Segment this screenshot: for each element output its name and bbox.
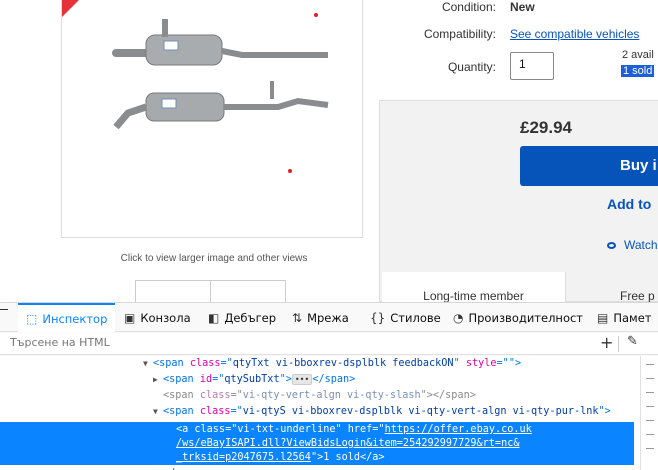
available-count: 2 avail [622, 49, 654, 61]
console-icon: ▣ [124, 310, 136, 325]
see-compatible-vehicles-link[interactable]: See compatible vehicles [510, 27, 639, 41]
tab-memory-label: Памет [613, 310, 652, 325]
long-time-member-badge: Long-time member [382, 272, 566, 302]
network-icon: ⇅ [292, 310, 303, 325]
element-picker-icon [0, 309, 8, 323]
tab-network[interactable]: ⇅ Мрежа [292, 303, 349, 332]
expand-arrow-icon[interactable]: ▶ [153, 372, 163, 387]
debugger-icon: ◧ [208, 310, 220, 325]
inspector-icon: ⬚ [26, 311, 38, 326]
selected-node-line-3: _trksid=p2047675.l2564">1 sold</a> [176, 452, 385, 463]
tab-inspector[interactable]: ⬚ Инспектор [18, 303, 116, 332]
product-image-frame[interactable] [61, 0, 363, 238]
collapse-arrow-icon[interactable]: ▼ [143, 356, 153, 371]
ebay-listing-page: Click to view larger image and other vie… [0, 0, 658, 302]
compatibility-label: Compatibility: [423, 27, 496, 41]
item-price: £29.94 [520, 118, 572, 137]
html-search-bar: + ✎ [0, 333, 658, 355]
tab-console-label: Конзола [140, 310, 191, 325]
eyedropper-icon[interactable]: ✎ [627, 334, 638, 349]
tree-row-qtys[interactable]: ▼ <span class="vi-qtyS vi-bboxrev-dsplblk… [0, 404, 640, 419]
exhaust-product-image[interactable] [102, 1, 332, 191]
tree-row-qtytxt[interactable]: ▼ <span class="qtyTxt vi-bboxrev-dsplblk … [0, 356, 640, 371]
performance-icon: ◔ [453, 310, 464, 325]
devtools-toolbar: ⬚ Инспектор ▣ Конзола ◧ Дебъгер ⇅ Мрежа {} Ст… [0, 303, 658, 332]
gutter-mark [646, 420, 654, 421]
tab-debugger-label: Дебъгер [224, 310, 277, 325]
tab-performance-label: Производителност [468, 310, 583, 325]
gutter-mark [646, 364, 654, 365]
condition-label: Condition: [441, 0, 496, 14]
gutter-mark [646, 378, 654, 379]
toolbar-divider [618, 336, 619, 352]
memory-icon: ▤ [597, 310, 609, 325]
gutter-mark [646, 434, 654, 435]
condition-value: New [510, 0, 535, 14]
thumbnail-2[interactable] [210, 280, 286, 302]
style-editor-icon: {} [370, 310, 386, 325]
tab-debugger[interactable]: ◧ Дебъгер [208, 303, 276, 332]
free-postage-text: Free p [620, 289, 655, 302]
tree-right-gutter[interactable] [640, 356, 658, 470]
screen: Click to view larger image and other vie… [0, 0, 658, 470]
quantity-input[interactable]: 1 [510, 52, 554, 80]
selected-node-line-2: /ws/eBayISAPI.dll?ViewBidsLogin&item=254… [176, 438, 520, 449]
sold-count-highlight[interactable]: 1 sold [621, 65, 655, 77]
gutter-mark [646, 406, 654, 407]
tab-network-label: Мрежа [307, 310, 349, 325]
watch-label: Watch [624, 238, 658, 252]
tree-row-close-span[interactable]: </span> [0, 466, 640, 470]
thumbnail-1[interactable] [135, 280, 211, 302]
tab-style-editor-label: Стилове [390, 310, 441, 325]
gutter-mark [646, 392, 654, 393]
tree-row-qtysubtxt[interactable]: ▶ <span id="qtySubTxt"> ••• </span> [0, 372, 640, 387]
buy-it-now-button[interactable]: Buy i [520, 146, 658, 186]
tree-row-qty-slash[interactable]: <span class="vi-qty-vert-algn vi-qty-sla… [0, 388, 640, 403]
collapsed-content-icon[interactable]: ••• [291, 374, 313, 385]
quantity-label: Quantity: [447, 60, 496, 74]
add-node-icon[interactable]: + [600, 333, 613, 352]
html-search-input[interactable] [10, 336, 570, 349]
watch-link[interactable]: Watch [607, 238, 658, 252]
tab-performance[interactable]: ◔ Производителност [453, 303, 583, 332]
gutter-mark [646, 448, 654, 449]
devtools-panel: ⬚ Инспектор ▣ Конзола ◧ Дебъгер ⇅ Мрежа {} Ст… [0, 302, 658, 470]
selected-node-highlight[interactable]: <a class="vi-txt-underline" href="https:… [0, 422, 634, 465]
tab-inspector-label: Инспектор [42, 311, 108, 326]
image-caption: Click to view larger image and other vie… [120, 253, 308, 264]
add-to-basket-button[interactable]: Add to [607, 196, 651, 212]
corner-badge [62, 0, 80, 17]
selected-node-line-1: <a class="vi-txt-underline" href="https:… [176, 424, 532, 435]
tab-console[interactable]: ▣ Конзола [124, 303, 191, 332]
tab-style-editor[interactable]: {} Стилове [370, 303, 441, 332]
markup-tree: ▼ <span class="qtyTxt vi-bboxrev-dsplblk … [0, 356, 640, 470]
tab-memory[interactable]: ▤ Памет [597, 303, 652, 332]
collapse-arrow-icon[interactable]: ▼ [153, 404, 163, 419]
eye-icon [607, 242, 616, 250]
